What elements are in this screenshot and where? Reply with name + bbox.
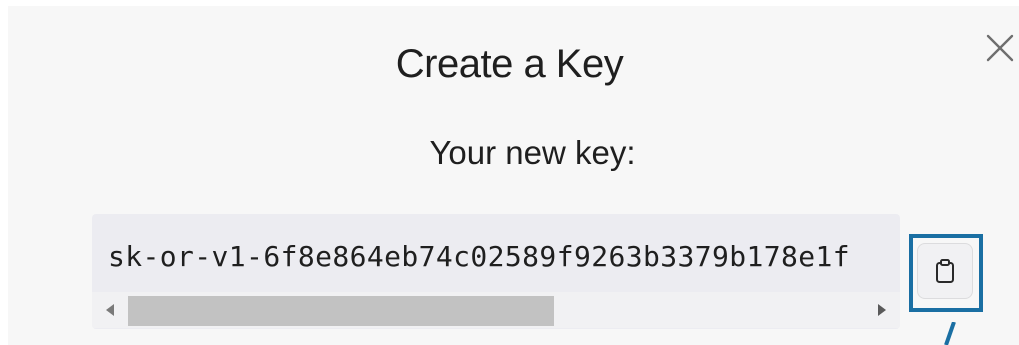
dialog-title: Create a Key [395,42,624,86]
copy-key-button[interactable] [917,243,973,299]
page: Create a Key Your new key: sk-or-v1-6f8e… [0,0,1019,345]
scroll-left-arrow-icon[interactable] [106,304,114,316]
annotation-pointer-line [944,322,956,345]
scroll-right-arrow-icon[interactable] [878,304,886,316]
scrollbar-thumb[interactable] [128,296,554,326]
key-display-box[interactable]: sk-or-v1-6f8e864eb74c02589f9263b3379b178… [92,214,900,329]
api-key-text[interactable]: sk-or-v1-6f8e864eb74c02589f9263b3379b178… [108,240,850,273]
horizontal-scrollbar[interactable] [92,292,900,328]
new-key-label: Your new key: [429,134,636,171]
clipboard-icon [936,259,954,283]
close-button[interactable] [980,28,1019,68]
close-icon [986,34,1014,62]
